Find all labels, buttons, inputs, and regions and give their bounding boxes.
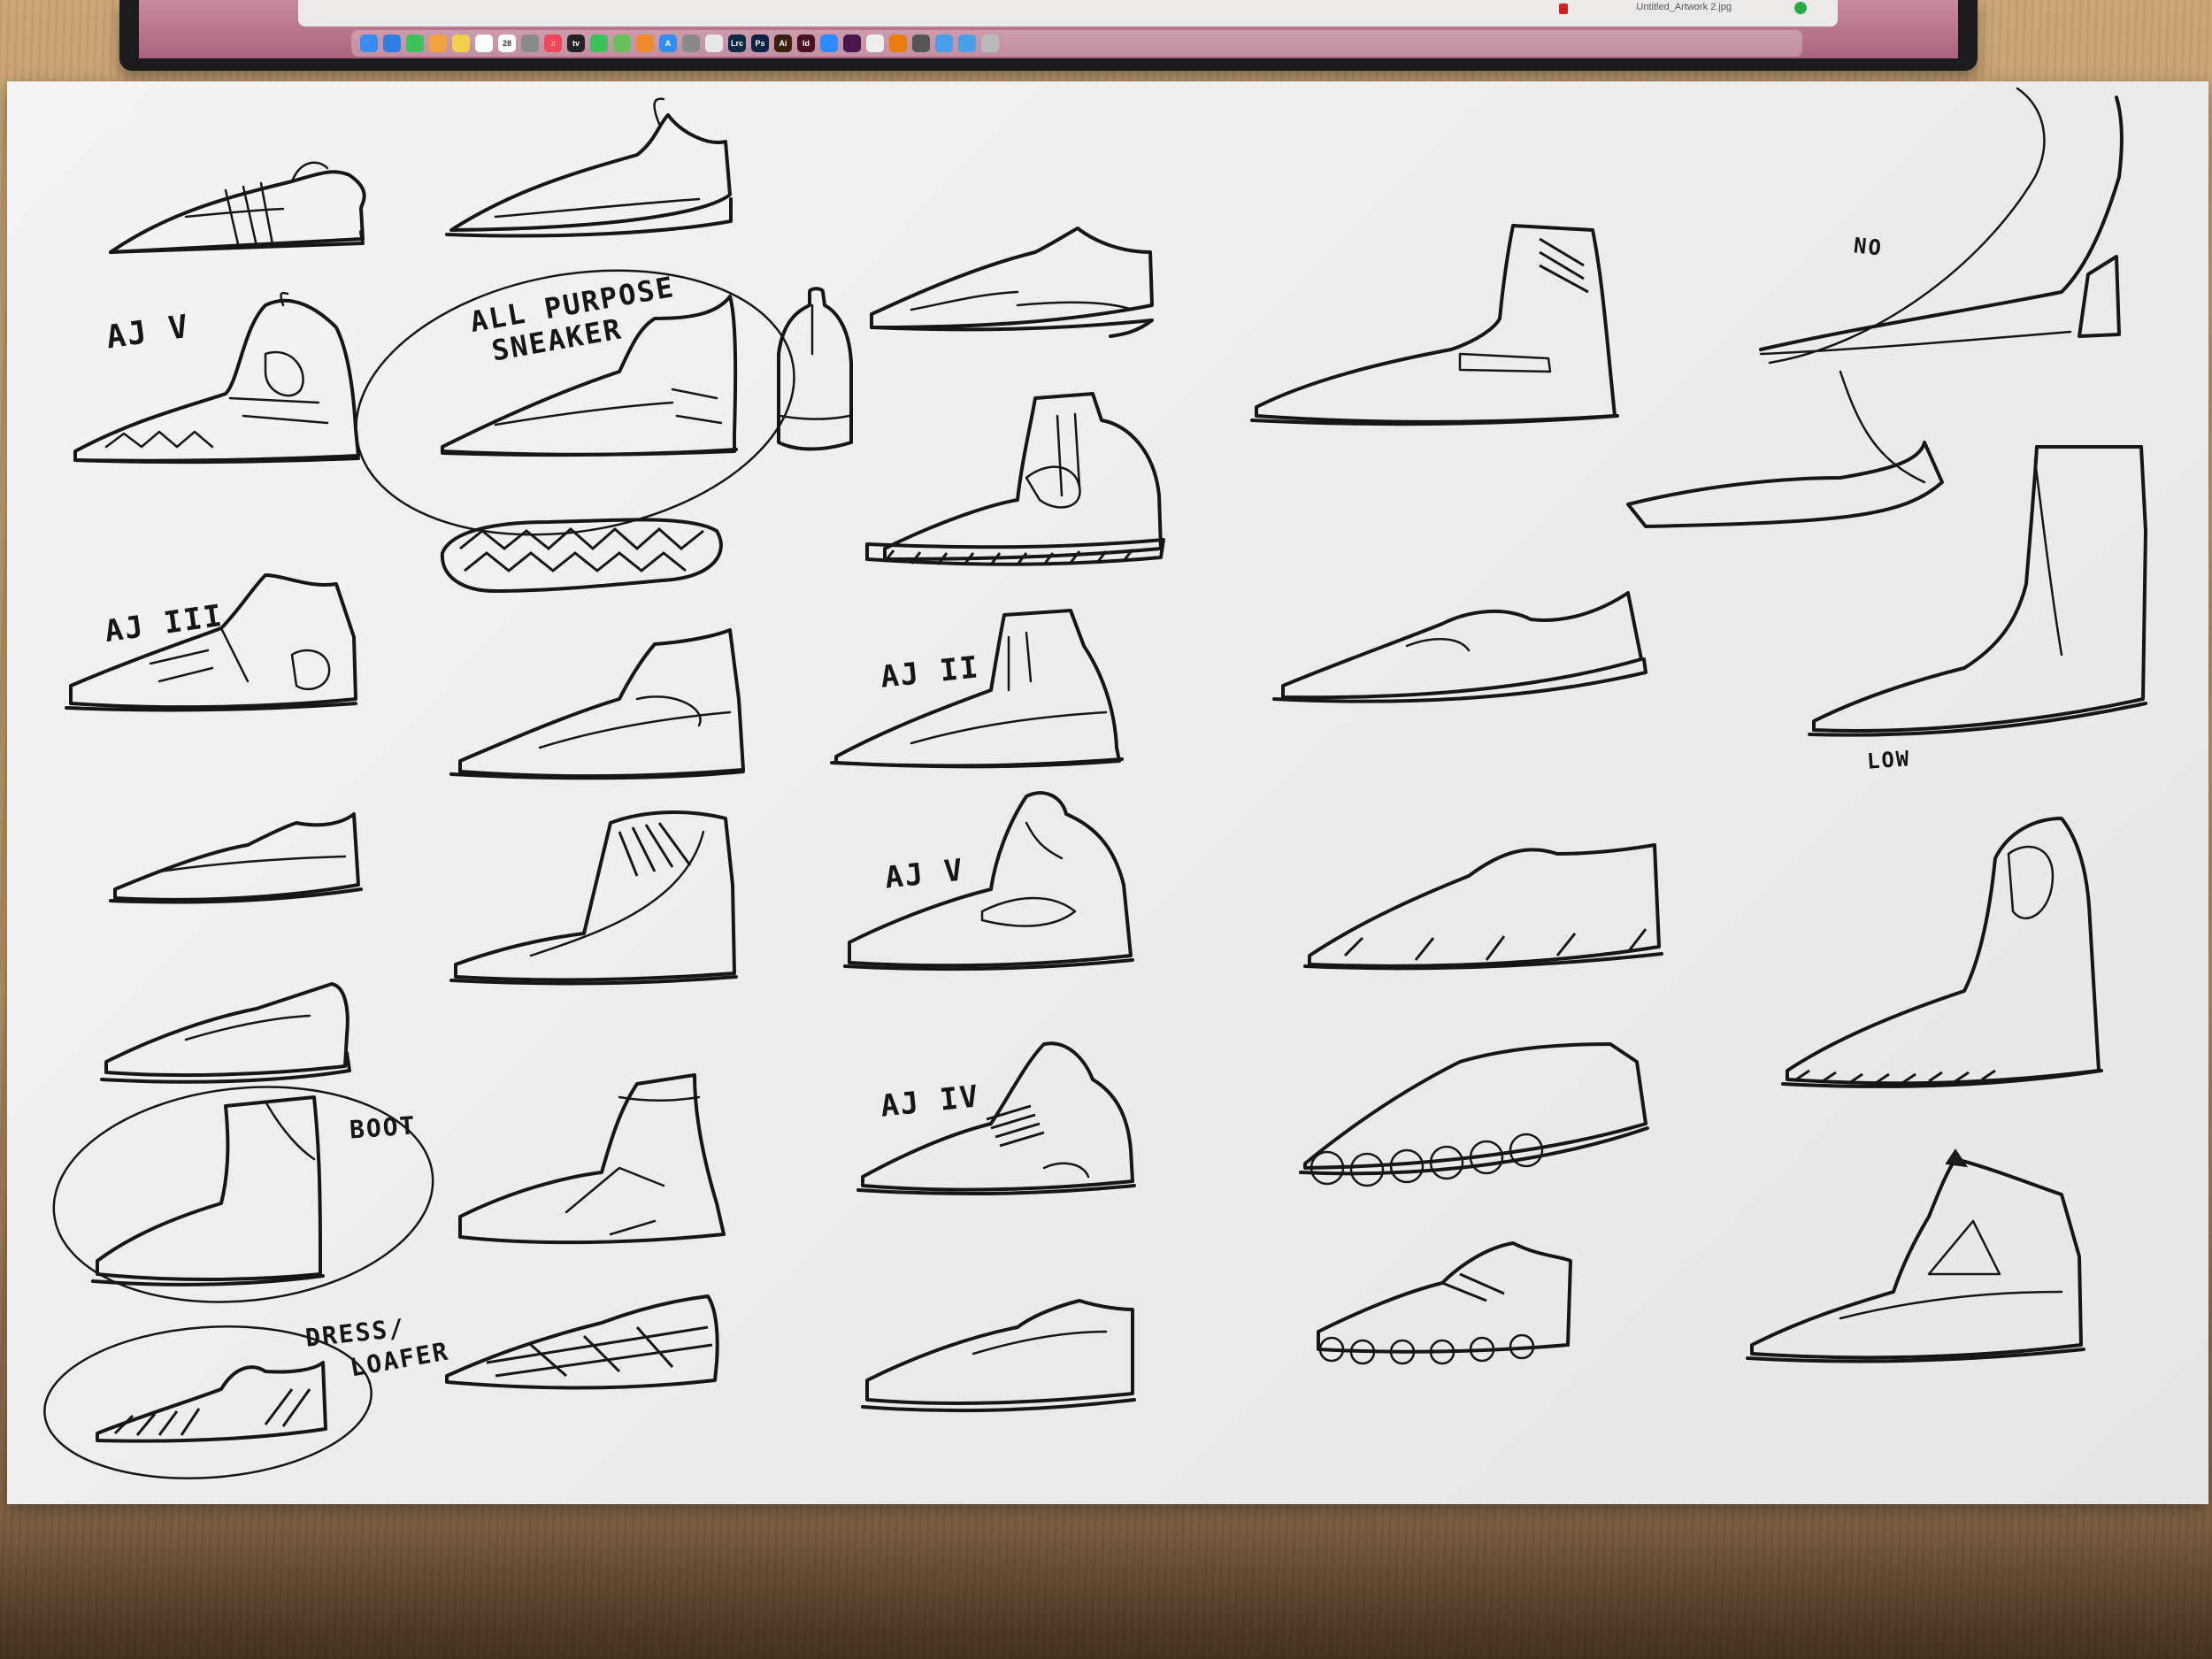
sketch-shoe-low-classic — [861, 1299, 1136, 1413]
sketch-shoe-low-stripes — [109, 161, 366, 254]
sketch-boot-tall-window — [1781, 817, 2103, 1088]
sketch-shoe-low-flat — [870, 227, 1154, 338]
sketch-shoe-chelsea-boot — [52, 1086, 434, 1303]
sketch-shoe-dress-oxford — [1272, 591, 1647, 703]
sketch-boot-low — [1808, 445, 2147, 737]
sketch-shoe-mid-swoosh — [449, 628, 745, 780]
label-low: LOW — [1866, 746, 1912, 774]
sketch-shoe-aji-ii — [830, 609, 1124, 769]
sketch-shoe-slip-on — [1303, 843, 1663, 971]
sketch-shoe-low-sport — [100, 982, 351, 1084]
sketch-shoe-low-lace — [109, 812, 363, 904]
sketch-shoe-mid-sock — [458, 1073, 726, 1245]
sketch-shoe-ajvii — [1746, 1148, 2085, 1363]
label-no: NO — [1852, 233, 1885, 261]
sketch-shoe-rear-view — [777, 287, 853, 451]
sketch-shoe-ajviii-high — [865, 392, 1165, 566]
label-boot: BOOT — [348, 1110, 418, 1145]
sketch-shoe-jordan1-high — [449, 810, 738, 986]
sketch-shoe-high-strap — [1250, 224, 1619, 426]
sketch-heel-no — [1626, 87, 2124, 528]
sketch-shoe-low-slip — [445, 97, 733, 238]
sketch-shoe-slip-on-bubble — [1299, 1042, 1649, 1187]
sketch-shoe-low-knit — [445, 1294, 719, 1390]
sketch-shoe-vapormax — [1317, 1241, 1572, 1365]
